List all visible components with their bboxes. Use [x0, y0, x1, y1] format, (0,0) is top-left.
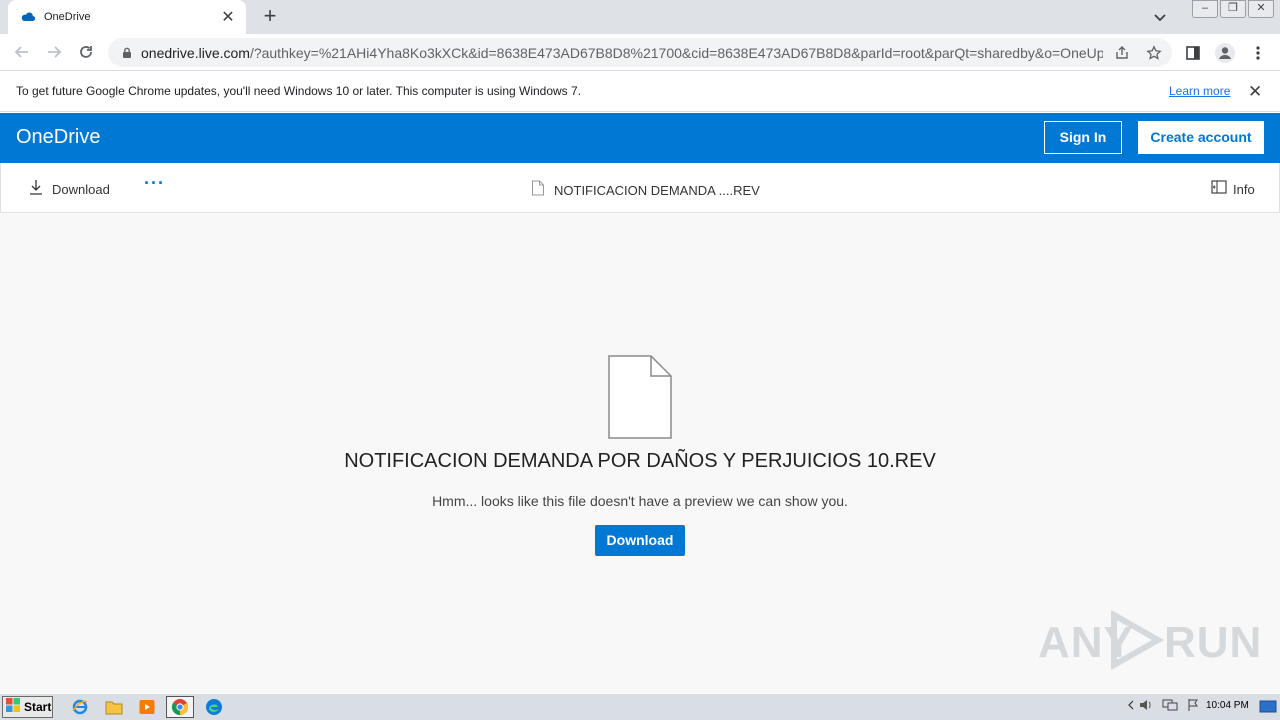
show-desktop-icon[interactable]: [1259, 699, 1277, 720]
side-panel-icon[interactable]: [1182, 42, 1204, 64]
commandbar-file-name: NOTIFICACION DEMANDA ....REV: [531, 180, 760, 201]
command-bar: Download ··· NOTIFICACION DEMANDA ....RE…: [0, 163, 1280, 213]
reload-icon[interactable]: [74, 40, 98, 64]
windows-taskbar: Start 10:04 PM: [0, 693, 1280, 720]
info-button[interactable]: Info: [1211, 180, 1255, 199]
system-tray: 10:04 PM: [1122, 696, 1280, 718]
file-icon: [531, 180, 545, 201]
tab-close-icon[interactable]: ✕: [220, 7, 236, 27]
share-icon[interactable]: [1114, 45, 1130, 61]
tab-search-chevron-icon[interactable]: [1150, 8, 1170, 26]
url-path: /?authkey=%21AHi4Yha8Ko3kXCk&id=8638E473…: [249, 44, 1103, 61]
forward-arrow-icon[interactable]: [42, 40, 66, 64]
no-preview-message: Hmm... looks like this file doesn't have…: [432, 493, 848, 509]
file-name-label: NOTIFICACION DEMANDA ....REV: [554, 183, 760, 198]
minimize-button[interactable]: –: [1192, 0, 1218, 18]
browser-tab-onedrive[interactable]: OneDrive ✕: [8, 0, 246, 34]
chrome-taskbar-icon[interactable]: [166, 696, 194, 718]
watermark-text-right: RUN: [1164, 618, 1263, 667]
windows-logo-icon: [5, 697, 21, 718]
onedrive-brand[interactable]: OneDrive: [16, 126, 100, 149]
address-bar[interactable]: onedrive.live.com/?authkey=%21AHi4Yha8Ko…: [108, 38, 1172, 67]
watermark-play-icon: [1106, 609, 1166, 675]
start-label: Start: [24, 700, 52, 714]
volume-icon[interactable]: [1138, 698, 1154, 717]
file-title: NOTIFICACION DEMANDA POR DAÑOS Y PERJUIC…: [344, 450, 936, 472]
tray-chevron-icon[interactable]: [1126, 698, 1136, 717]
back-arrow-icon[interactable]: [10, 40, 34, 64]
onedrive-cloud-icon: [20, 9, 36, 25]
file-preview-area: NOTIFICACION DEMANDA POR DAÑOS Y PERJUIC…: [0, 213, 1280, 693]
infobar-close-icon[interactable]: ✕: [1248, 82, 1262, 102]
file-explorer-icon[interactable]: [100, 696, 128, 718]
anyrun-watermark: ANY RUN: [1038, 608, 1261, 671]
update-infobar: To get future Google Chrome updates, you…: [0, 72, 1280, 112]
media-player-icon[interactable]: [133, 696, 161, 718]
lock-icon: [120, 46, 134, 60]
network-icon[interactable]: [1162, 698, 1178, 717]
browser-tabstrip: OneDrive ✕ + – ❐ ✕: [0, 0, 1280, 34]
generic-document-icon: [607, 354, 673, 440]
commandbar-download-label: Download: [52, 182, 110, 197]
chrome-menu-icon[interactable]: [1247, 42, 1269, 64]
url-text: onedrive.live.com/?authkey=%21AHi4Yha8Ko…: [141, 45, 1103, 61]
start-button[interactable]: Start: [2, 696, 53, 718]
more-options-button[interactable]: ···: [144, 173, 165, 194]
info-label: Info: [1233, 182, 1255, 197]
infobar-message: To get future Google Chrome updates, you…: [16, 84, 582, 98]
commandbar-download-button[interactable]: Download: [29, 179, 110, 200]
new-tab-button[interactable]: +: [258, 5, 282, 29]
create-account-button[interactable]: Create account: [1138, 121, 1264, 154]
window-close-button[interactable]: ✕: [1248, 0, 1274, 18]
bookmark-star-icon[interactable]: [1146, 45, 1162, 61]
edge-taskbar-icon[interactable]: [200, 696, 228, 718]
browser-toolbar: onedrive.live.com/?authkey=%21AHi4Yha8Ko…: [0, 34, 1280, 71]
tab-title: OneDrive: [44, 11, 91, 23]
info-panel-icon: [1211, 180, 1227, 199]
download-button[interactable]: Download: [595, 525, 685, 556]
taskbar-clock[interactable]: 10:04 PM: [1206, 700, 1249, 711]
internet-explorer-icon[interactable]: [66, 696, 94, 718]
url-host: onedrive.live.com: [141, 44, 250, 61]
download-icon: [29, 179, 43, 200]
profile-avatar-icon[interactable]: [1214, 42, 1236, 64]
restore-button[interactable]: ❐: [1220, 0, 1246, 18]
window-controls: – ❐ ✕: [1190, 0, 1274, 20]
onedrive-header: OneDrive Sign In Create account: [0, 113, 1280, 163]
action-center-flag-icon[interactable]: [1186, 698, 1200, 717]
sign-in-button[interactable]: Sign In: [1044, 121, 1122, 154]
learn-more-link[interactable]: Learn more: [1169, 84, 1230, 98]
